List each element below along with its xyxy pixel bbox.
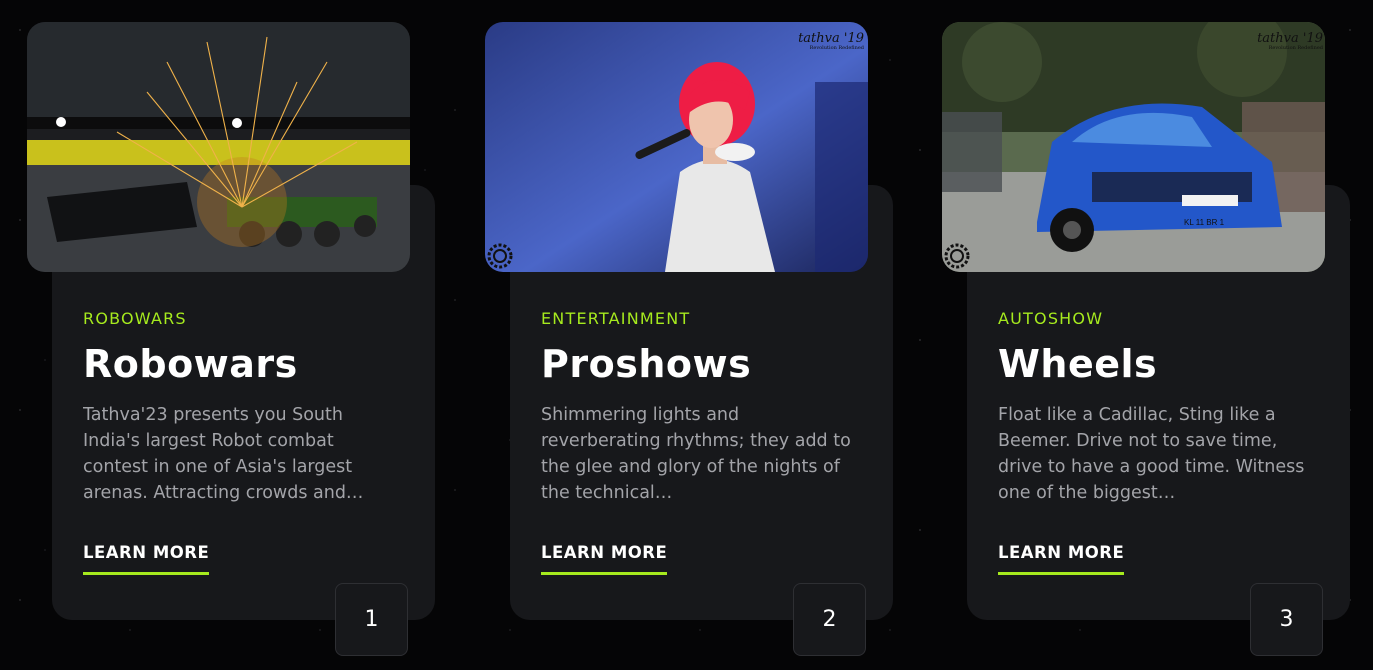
- gear-badge-icon: [944, 243, 970, 269]
- event-image-proshows: tathva '19 Revolution Redefined: [485, 22, 868, 272]
- event-category: AUTOSHOW: [998, 309, 1104, 328]
- learn-more-link[interactable]: LEARN MORE: [83, 543, 210, 575]
- event-image-wheels: tathva '19 Revolution Redefined KL 11 BR…: [942, 22, 1325, 272]
- gear-badge-icon: [487, 243, 513, 269]
- event-card-robowars[interactable]: ROBOWARS Robowars Tathva'23 presents you…: [27, 0, 437, 670]
- event-card-proshows[interactable]: tathva '19 Revolution Redefined ENTERTAI…: [485, 0, 895, 670]
- event-description: Float like a Cadillac, Sting like a Beem…: [998, 405, 1305, 503]
- card-number-badge: 3: [1250, 583, 1323, 656]
- event-description: Tathva'23 presents you South India's lar…: [83, 405, 364, 503]
- event-category: ENTERTAINMENT: [541, 309, 691, 328]
- card-number-badge: 1: [335, 583, 408, 656]
- tathva-watermark: tathva '19 Revolution Redefined: [1257, 31, 1323, 51]
- event-image-robowars: [27, 22, 410, 272]
- event-title: Proshows: [541, 342, 752, 386]
- event-category: ROBOWARS: [83, 309, 187, 328]
- event-card-wheels[interactable]: tathva '19 Revolution Redefined KL 11 BR…: [942, 0, 1352, 670]
- learn-more-link[interactable]: LEARN MORE: [541, 543, 668, 575]
- event-description: Shimmering lights and reverberating rhyt…: [541, 405, 851, 503]
- learn-more-link[interactable]: LEARN MORE: [998, 543, 1125, 575]
- tathva-watermark: tathva '19 Revolution Redefined: [798, 31, 864, 51]
- license-plate: KL 11 BR 1: [1184, 218, 1225, 227]
- event-title: Wheels: [998, 342, 1158, 386]
- event-title: Robowars: [83, 342, 298, 386]
- card-number-badge: 2: [793, 583, 866, 656]
